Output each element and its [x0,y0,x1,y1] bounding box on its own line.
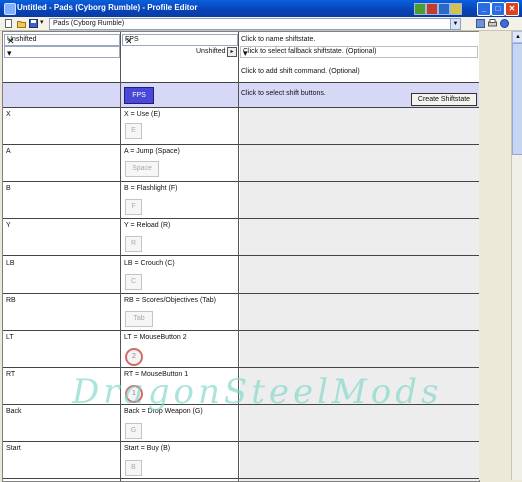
side-panel [479,31,511,480]
command-label[interactable]: Start = Buy (B) [124,445,170,452]
key-cap[interactable]: B [125,460,142,476]
shiftstate-left-select[interactable]: ▾ [4,46,120,58]
command-label[interactable]: A = Jump (Space) [124,148,180,155]
divider [3,107,479,108]
scroll-up-icon[interactable]: ▲ [512,31,522,43]
tray-icon-green[interactable] [414,3,426,15]
profile-select[interactable]: Pads (Cyborg Rumble) ▼ [49,18,461,30]
profile-select-value: Pads (Cyborg Rumble) [53,20,125,27]
key-cap[interactable]: E [125,123,142,139]
chevron-down-icon[interactable]: ▼ [450,19,460,29]
divider [3,367,479,368]
maximize-button[interactable]: □ [491,2,505,16]
name-shiftstate-hint[interactable]: Click to name shiftstate. [241,36,315,43]
title-bar: Untitled - Pads (Cyborg Rumble) - Profil… [0,0,522,17]
key-cap[interactable]: Tab [125,311,153,327]
create-shiftstate-button[interactable]: Create Shiftstate [411,93,477,106]
open-folder-icon[interactable] [17,19,26,28]
pad-button-label: Back [6,408,22,415]
shift-command-hint[interactable]: Click to add shift command. (Optional) [241,68,360,75]
tray-icon-blue[interactable] [438,3,450,15]
divider [3,255,479,256]
command-label[interactable]: LB = Crouch (C) [124,260,175,267]
command-label[interactable]: B = Flashlight (F) [124,185,178,192]
fallback-label: Unshifted [196,48,226,55]
column-divider [120,32,121,481]
divider [3,144,479,145]
save-dropdown-icon[interactable]: ▾ [40,18,44,26]
fallback-shiftstate-select[interactable]: Click to select fallback shiftstate. (Op… [240,46,478,58]
chevron-down-icon[interactable]: ▾ [243,48,476,58]
pad-button-label: RT [6,371,16,378]
key-cap[interactable]: F [125,199,142,215]
command-label[interactable]: Back = Drop Weapon (G) [124,408,203,415]
key-cap[interactable]: R [125,236,142,252]
pad-button-label: A [6,148,11,155]
profile-grid: Unshifted ✕ ▾ FPS ✕ Unshifted ▸ Click to… [2,31,480,482]
divider [3,330,479,331]
scroll-thumb[interactable] [512,43,522,155]
save-icon[interactable] [29,19,38,28]
key-cap[interactable]: Space [125,161,159,177]
column-divider [238,32,239,481]
command-label[interactable]: RT = MouseButton 1 [124,371,188,378]
divider [3,218,479,219]
pad-button-label: LT [6,334,14,341]
pad-button-label: RB [6,297,16,304]
vertical-scrollbar[interactable]: ▲ [511,31,522,480]
divider [3,404,479,405]
window-title: Untitled - Pads (Cyborg Rumble) - Profil… [17,3,198,12]
help-icon[interactable] [500,19,509,28]
tray-icon-red[interactable] [426,3,438,15]
new-file-icon[interactable] [4,19,13,28]
tray-icon-yellow[interactable] [450,3,462,15]
divider [3,82,479,83]
divider [3,181,479,182]
pad-button-label: Y [6,222,11,229]
pad-button-label: Start [6,445,21,452]
fallback-edit-icon[interactable]: ▸ [227,47,237,57]
mouse-button-icon[interactable]: 2 [125,348,143,366]
chevron-down-icon[interactable]: ▾ [7,48,118,58]
shiftstate-name-field[interactable]: FPS ✕ [122,34,238,46]
minimize-button[interactable]: _ [477,2,491,16]
settings-icon[interactable] [476,19,485,28]
pad-button-label: B [6,185,11,192]
mouse-button-icon[interactable]: 1 [125,385,143,403]
command-label[interactable]: X = Use (E) [124,111,160,118]
divider [3,478,479,479]
pad-button-label: LB [6,260,15,267]
shift-buttons-hint[interactable]: Click to select shift buttons. [241,90,326,97]
pad-button-label: X [6,111,11,118]
close-icon[interactable]: ✕ [7,36,118,46]
key-cap[interactable]: G [125,423,142,439]
print-icon[interactable] [488,19,497,28]
fps-button[interactable]: FPS [124,87,154,104]
divider [3,293,479,294]
command-label[interactable]: RB = Scores/Objectives (Tab) [124,297,216,304]
close-icon[interactable]: ✕ [125,36,236,46]
command-label[interactable]: Y = Reload (R) [124,222,170,229]
close-button[interactable]: ✕ [505,2,519,16]
key-cap[interactable]: C [125,274,142,290]
command-label[interactable]: LT = MouseButton 2 [124,334,187,341]
shiftstate-column-empty [240,108,479,481]
divider [3,441,479,442]
shiftstate-left-field[interactable]: Unshifted ✕ [4,34,120,46]
app-icon [4,3,16,15]
toolbar: ▾ Pads (Cyborg Rumble) ▼ [0,17,522,31]
